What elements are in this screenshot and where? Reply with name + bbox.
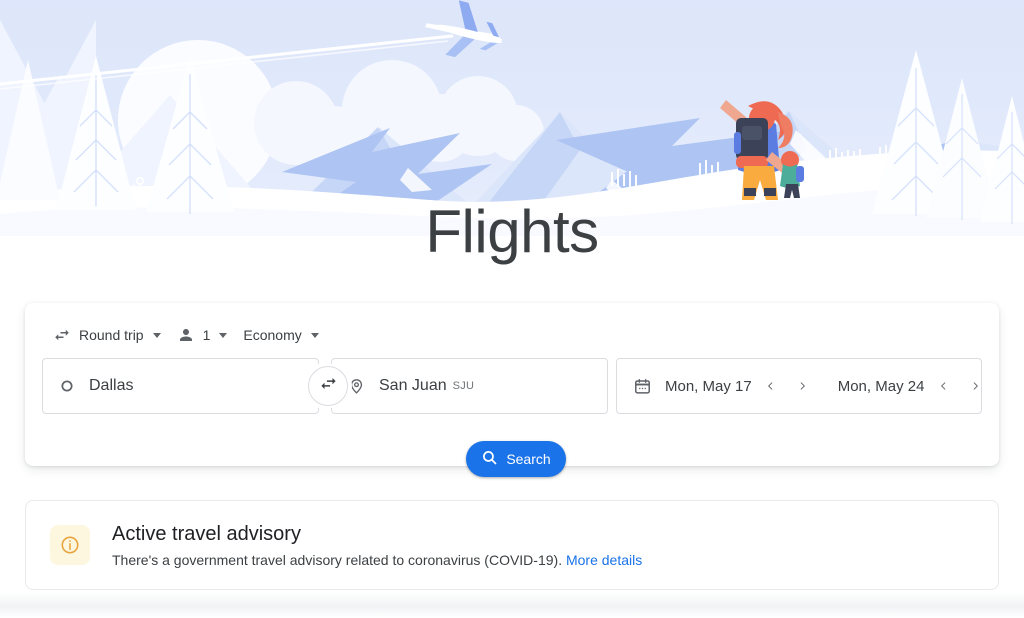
chevron-down-icon xyxy=(152,332,161,338)
advisory-title: Active travel advisory xyxy=(112,522,301,545)
page-title: Flights xyxy=(425,198,599,265)
advisory-description: There's a government travel advisory rel… xyxy=(112,550,642,570)
info-circle-icon xyxy=(50,525,90,565)
swap-places-button[interactable] xyxy=(308,366,348,406)
page-bottom-shadow xyxy=(0,592,1024,618)
return-date-segment[interactable]: Mon, May 24 xyxy=(838,359,989,413)
swap-places-icon xyxy=(319,374,338,398)
swap-horizontal-icon xyxy=(53,326,71,344)
search-button[interactable]: Search xyxy=(466,441,566,477)
search-fields-row: Dallas San Juan SJU Mon, May 17 Mon, May… xyxy=(42,358,982,414)
departure-date-value[interactable]: Mon, May 17 xyxy=(665,378,752,395)
advisory-more-details-link[interactable]: More details xyxy=(566,552,642,568)
advisory-body: Active travel advisory There's a governm… xyxy=(112,521,642,570)
origin-value: Dallas xyxy=(89,377,134,394)
passenger-count-label: 1 xyxy=(202,327,211,343)
search-button-label: Search xyxy=(506,451,551,467)
calendar-icon xyxy=(633,377,652,396)
cabin-class-label: Economy xyxy=(243,327,302,343)
departure-circle-icon xyxy=(59,378,75,394)
date-range-field[interactable]: Mon, May 17 Mon, May 24 xyxy=(616,358,982,414)
destination-airport-code: SJU xyxy=(452,380,475,392)
search-icon xyxy=(481,449,498,469)
origin-field[interactable]: Dallas xyxy=(42,358,319,414)
return-date-value[interactable]: Mon, May 24 xyxy=(838,378,925,395)
return-next-day-button[interactable] xyxy=(962,373,988,399)
flights-home-page: Flights Round trip 1 Economy Dallas San … xyxy=(0,0,1024,618)
departure-next-day-button[interactable] xyxy=(790,373,816,399)
destination-field[interactable]: San Juan SJU xyxy=(331,358,608,414)
origin-destination-group: Dallas San Juan SJU xyxy=(42,358,608,414)
search-options-row: Round trip 1 Economy xyxy=(45,319,327,351)
chevron-down-icon xyxy=(219,332,228,338)
trip-type-label: Round trip xyxy=(79,327,144,343)
departure-date-segment[interactable]: Mon, May 17 xyxy=(665,359,816,413)
cabin-class-selector[interactable]: Economy xyxy=(235,319,326,351)
destination-value: San Juan xyxy=(379,377,447,394)
trip-type-selector[interactable]: Round trip xyxy=(45,319,169,351)
travel-advisory-card: Active travel advisory There's a governm… xyxy=(25,500,999,590)
passenger-selector[interactable]: 1 xyxy=(169,319,236,351)
departure-prev-day-button[interactable] xyxy=(758,373,784,399)
return-prev-day-button[interactable] xyxy=(930,373,956,399)
person-icon xyxy=(177,326,195,344)
chevron-down-icon xyxy=(310,332,319,338)
advisory-description-text: There's a government travel advisory rel… xyxy=(112,551,566,568)
